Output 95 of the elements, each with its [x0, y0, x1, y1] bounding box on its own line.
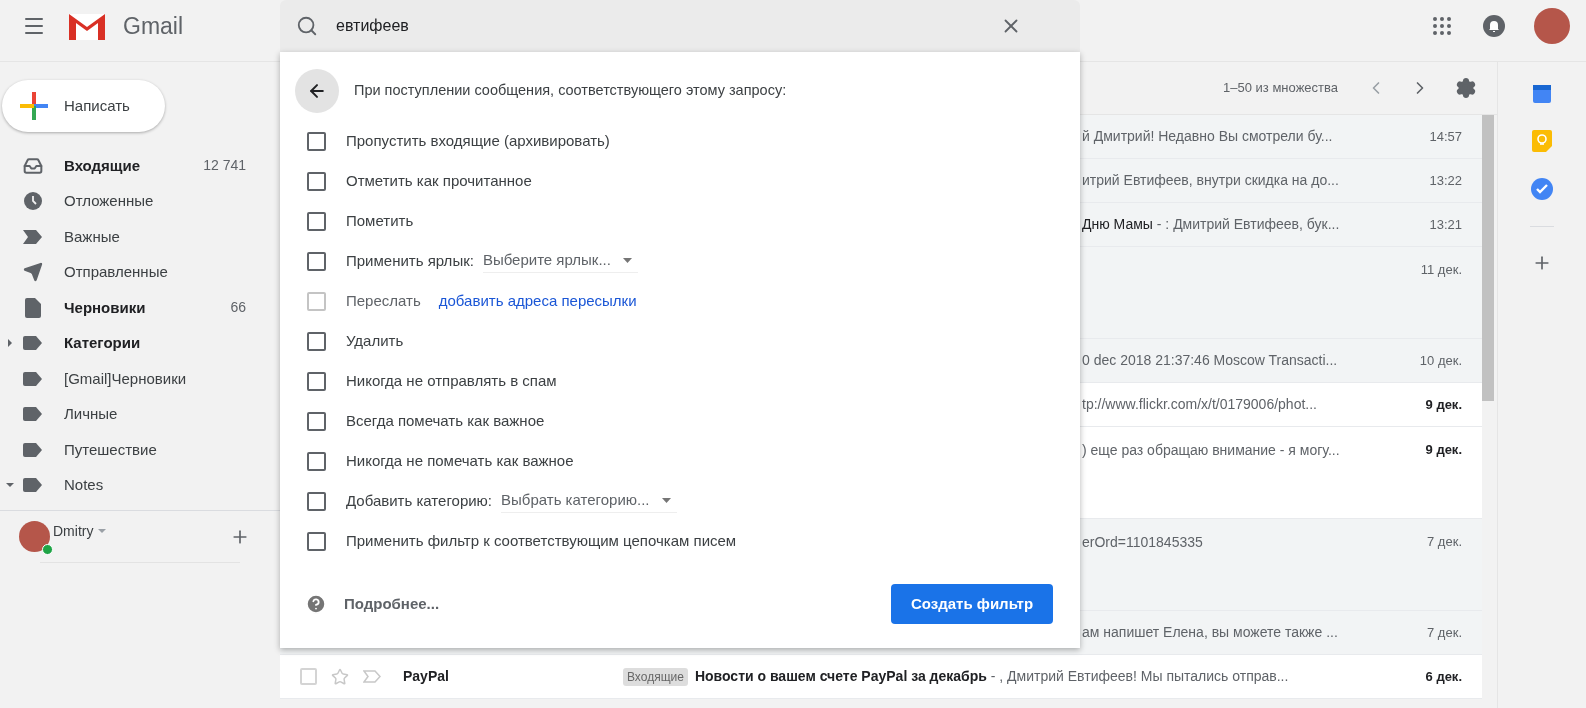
nav-item-label[interactable]: Черновики — [64, 296, 146, 319]
caret-icon[interactable] — [6, 481, 14, 490]
inbox-icon — [23, 155, 43, 176]
email-date: 9 дек. — [1425, 441, 1462, 459]
back-button[interactable] — [295, 69, 339, 113]
compose-button[interactable]: Написать — [2, 80, 165, 132]
email-date: 14:57 — [1429, 127, 1462, 146]
option-label: Никогда не отправлять в спам — [346, 370, 557, 391]
important-marker-icon — [23, 229, 43, 244]
create-filter-button[interactable]: Создать фильтр — [891, 584, 1053, 624]
email-snippet: - : Дмитрий Евтифеев, бук... — [1155, 215, 1340, 234]
notification-bell-icon[interactable] — [1482, 14, 1506, 38]
nav-item-label[interactable]: Отложенные — [64, 190, 154, 213]
email-date: 7 дек. — [1427, 533, 1462, 551]
sender-name: PayPal — [403, 667, 450, 686]
scrollbar-thumb[interactable] — [1482, 115, 1494, 401]
option-label: Никогда не помечать как важное — [346, 450, 574, 471]
calendar-icon[interactable] — [1532, 84, 1552, 104]
nav-item-label[interactable]: Важные — [64, 225, 120, 248]
email-date: 9 дек. — [1425, 395, 1462, 414]
option-label: Переслать — [346, 290, 421, 311]
important-marker-icon[interactable] — [363, 670, 381, 683]
avatar[interactable] — [19, 521, 50, 552]
account-name[interactable]: Dmitry — [53, 521, 94, 542]
document-icon — [25, 297, 41, 318]
checkbox[interactable] — [307, 131, 326, 151]
email-snippet: й Дмитрий! Недавно Вы смотрели бу... — [1082, 127, 1333, 146]
email-row[interactable]: PayPal Входящие Новости о вашем счете PayPal за декабрь - , Дмитрий Евтифеев! Мы пытались отправ... 6 дек. — [280, 655, 1482, 699]
settings-icon[interactable] — [1455, 77, 1477, 99]
label-icon — [23, 371, 43, 386]
nav-item-label[interactable]: Личные — [64, 403, 118, 426]
clock-icon — [23, 191, 43, 212]
email-snippet: ам напишет Елена, вы можете также ... — [1082, 623, 1338, 642]
label-icon — [23, 407, 43, 422]
star-icon[interactable] — [331, 667, 349, 686]
unread-count: 66 — [230, 298, 246, 318]
option-label: Пропустить входящие (архивировать) — [346, 130, 610, 151]
checkmark-circle-icon[interactable] — [1531, 178, 1553, 200]
dropdown-select[interactable]: Выберите ярлык... — [482, 249, 638, 273]
email-date: 13:22 — [1429, 171, 1462, 190]
learn-more-link[interactable]: Подробнее... — [344, 592, 440, 616]
checkbox[interactable] — [307, 251, 326, 271]
option-label: Отметить как прочитанное — [346, 170, 532, 191]
plus-icon — [20, 92, 48, 120]
label-icon — [23, 336, 43, 351]
apps-grid-icon[interactable] — [1430, 14, 1454, 38]
email-snippet: - , Дмитрий Евтифеев! Мы пытались отправ... — [989, 667, 1289, 686]
checkbox[interactable] — [307, 491, 326, 511]
search-field[interactable]: евтифеев — [280, 0, 1080, 52]
caret-icon[interactable] — [6, 339, 14, 348]
search-icon — [296, 15, 318, 37]
nav-item-label[interactable]: [Gmail]Черновики — [64, 367, 187, 390]
option-label: Применить фильтр к соответствующим цепочкам писем — [346, 530, 737, 551]
email-subject: Дню Мамы — [1082, 215, 1153, 234]
option-label: Удалить — [346, 330, 404, 351]
caret-icon — [622, 258, 632, 263]
email-date: 7 дек. — [1427, 623, 1462, 642]
avatar[interactable] — [1534, 8, 1570, 44]
option-label: Пометить — [346, 210, 414, 231]
checkbox[interactable] — [307, 371, 326, 391]
nav-item-label[interactable]: Входящие — [64, 154, 141, 177]
email-date: 6 дек. — [1425, 667, 1462, 686]
email-subject: Новости о вашем счете PayPal за декабрь — [694, 667, 987, 686]
email-date: 11 дек. — [1420, 261, 1462, 279]
label-icon — [23, 478, 43, 493]
nav-item-label[interactable]: Категории — [64, 332, 141, 355]
dialog-heading: При поступлении сообщения, соответствующего этому запросу: — [354, 81, 787, 101]
app-name: Gmail — [123, 11, 184, 41]
label-icon — [23, 442, 43, 457]
email-date: 13:21 — [1429, 215, 1462, 234]
checkbox[interactable] — [307, 331, 326, 351]
email-snippet: итрий Евтифеев, внутри скидка на до... — [1082, 171, 1339, 190]
unread-count: 12 741 — [203, 156, 246, 176]
email-snippet: erOrd=1101845335 — [1082, 533, 1203, 552]
checkbox[interactable] — [307, 531, 326, 551]
checkbox[interactable] — [307, 411, 326, 431]
nav-item-label[interactable]: Отправленные — [64, 261, 168, 284]
checkbox[interactable] — [307, 171, 326, 191]
email-snippet: ) еще раз обращаю внимание - я могу... — [1082, 441, 1340, 460]
help-icon[interactable] — [305, 593, 327, 615]
option-label: Добавить категорию: — [346, 490, 493, 511]
caret-icon — [661, 498, 671, 503]
option-label: Всегда помечать как важное — [346, 410, 545, 431]
email-snippet: tp://www.flickr.com/x/t/0179006/phot... — [1082, 395, 1317, 414]
send-icon — [23, 262, 43, 283]
pagination-range: 1–50 из множества — [1223, 79, 1338, 98]
inbox-tag: Входящие — [623, 667, 688, 686]
option-label: Применить ярлык: — [346, 250, 474, 271]
checkbox[interactable] — [307, 451, 326, 471]
email-snippet: 0 dec 2018 21:37:46 Moscow Transacti... — [1082, 351, 1338, 370]
nav-item-label[interactable]: Путешествие — [64, 438, 157, 461]
email-date: 10 дек. — [1419, 351, 1462, 370]
nav-item-label[interactable]: Notes — [64, 474, 104, 497]
dropdown-select[interactable]: Выбрать категорию... — [501, 489, 677, 513]
checkbox[interactable] — [307, 211, 326, 231]
